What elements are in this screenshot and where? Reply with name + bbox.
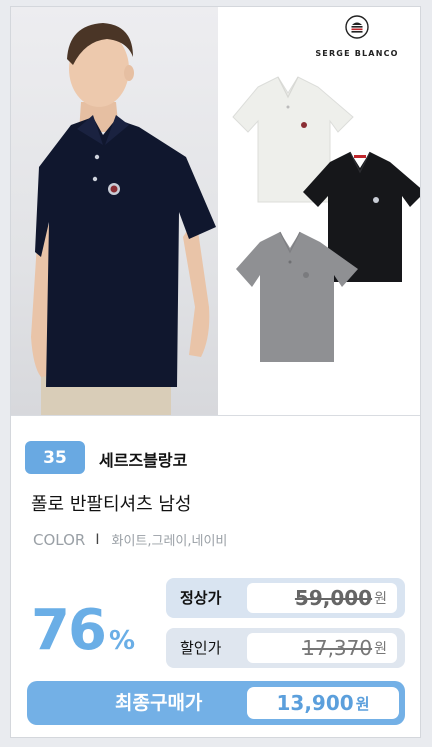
final-price-unit: 원 [355,694,370,713]
brand-logo-text: SERGE BLANCO [315,49,399,58]
discount-rate: 76 % [31,598,135,663]
color-values: 화이트,그레이,네이비 [111,534,228,549]
discount-unit: % [108,626,135,656]
model-illustration [31,23,216,415]
regular-price-box: 정상가 59,000 원 [166,578,405,618]
regular-price-unit: 원 [374,591,387,607]
sale-price-label: 할인가 [180,639,222,657]
product-variants-photo: SERGE BLANCO [218,7,420,415]
final-price-box[interactable]: 최종구매가 13,900 원 [27,681,405,725]
final-price-label: 최종구매가 [115,692,203,714]
brand-emblem-icon [345,15,369,39]
color-separator: I [95,531,100,548]
sale-price-value: 17,370 원 [247,633,397,663]
final-price-number: 13,900 [276,691,354,715]
regular-price-label: 정상가 [180,589,222,607]
shirt-variants [232,76,420,362]
model-photo [11,7,218,415]
sale-price-unit: 원 [374,641,387,657]
product-info: 35 세르즈블랑코 폴로 반팔티셔츠 남성 COLOR I 화이트,그레이,네이… [11,416,420,737]
regular-price-number: 59,000 [294,586,373,610]
product-card[interactable]: SERGE BLANCO 35 세르즈블랑코 폴로 반팔티셔츠 남성 COLOR… [10,6,421,738]
sale-price-number: 17,370 [302,636,373,660]
color-options: COLOR I 화이트,그레이,네이비 [33,530,228,550]
product-image-area[interactable]: SERGE BLANCO [11,7,420,416]
discount-value: 76 [31,598,107,663]
color-label: COLOR [33,530,86,549]
rank-badge: 35 [25,441,85,474]
final-price-value: 13,900 원 [247,687,399,719]
regular-price-value: 59,000 원 [247,583,397,613]
product-title[interactable]: 폴로 반팔티셔츠 남성 [31,490,191,516]
brand-logo: SERGE BLANCO [302,15,412,58]
brand-name[interactable]: 세르즈블랑코 [99,447,187,471]
sale-price-box: 할인가 17,370 원 [166,628,405,668]
